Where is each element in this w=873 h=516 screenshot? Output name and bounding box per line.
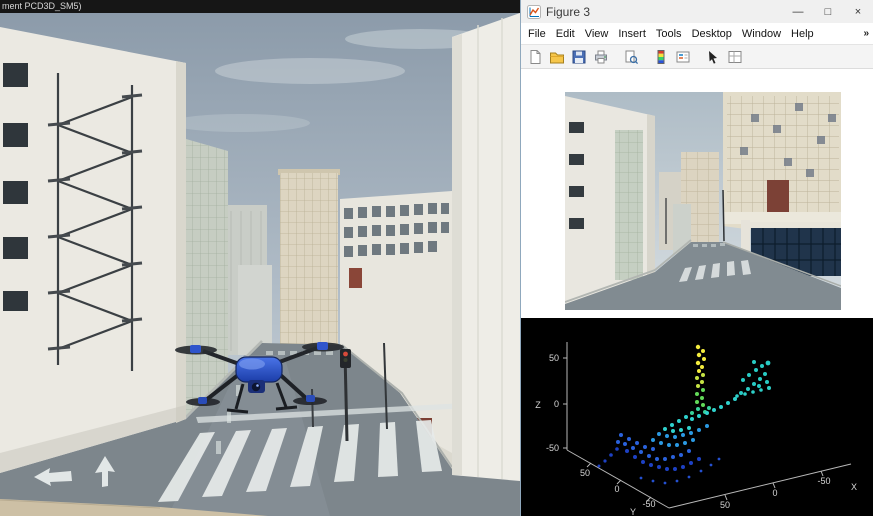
matlab-figure-window: Figure 3 — □ × File Edit View Insert Too… xyxy=(520,0,873,516)
x-tick-1: 0 xyxy=(772,488,777,498)
panel-grid-icon xyxy=(727,49,743,65)
y-tick-1: 0 xyxy=(614,484,619,494)
arrow-cursor-icon xyxy=(705,49,721,65)
print-figure-button[interactable] xyxy=(590,46,612,67)
menu-overflow-arrow[interactable]: » xyxy=(863,28,873,39)
insert-legend-button[interactable] xyxy=(672,46,694,67)
insert-colorbar-button[interactable] xyxy=(650,46,672,67)
figure-canvas: 50 0 -50 Z 50 0 -50 Y 50 0 -50 X xyxy=(521,69,873,516)
open-file-button[interactable] xyxy=(546,46,568,67)
menu-view[interactable]: View xyxy=(580,28,614,40)
legend-icon xyxy=(675,49,691,65)
y-axis-label: Y xyxy=(630,507,636,516)
save-figure-button[interactable] xyxy=(568,46,590,67)
x-tick-0: 50 xyxy=(720,500,730,510)
figure-titlebar[interactable]: Figure 3 — □ × xyxy=(521,0,873,23)
edit-plot-button[interactable] xyxy=(702,46,724,67)
z-tick-0: 50 xyxy=(549,353,559,363)
camera-view-graphic xyxy=(565,92,841,310)
figure-toolbar xyxy=(521,44,873,69)
pointcloud-axes[interactable]: 50 0 -50 Z 50 0 -50 Y 50 0 -50 X xyxy=(521,318,873,516)
figure-title: Figure 3 xyxy=(546,5,590,19)
menu-help[interactable]: Help xyxy=(786,28,819,40)
print-preview-button[interactable] xyxy=(620,46,642,67)
menu-insert[interactable]: Insert xyxy=(613,28,651,40)
sim-window-titlebar[interactable]: ment PCD3D_SM5) xyxy=(0,0,520,13)
save-floppy-icon xyxy=(571,49,587,65)
screenshot-root: ment PCD3D_SM5) xyxy=(0,0,873,516)
new-document-icon xyxy=(527,49,543,65)
x-axis-label: X xyxy=(851,482,857,492)
close-button[interactable]: × xyxy=(843,0,873,23)
figure-palette-button[interactable] xyxy=(724,46,746,67)
toolbar-separator xyxy=(694,46,702,67)
simulation-3d-viewport[interactable] xyxy=(0,13,520,516)
city-scene-graphic xyxy=(0,13,520,516)
print-preview-icon xyxy=(623,49,639,65)
y-tick-0: 50 xyxy=(580,468,590,478)
new-figure-button[interactable] xyxy=(524,46,546,67)
z-tick-2: -50 xyxy=(546,443,559,453)
print-icon xyxy=(593,49,609,65)
maximize-button[interactable]: □ xyxy=(813,0,843,23)
menu-file[interactable]: File xyxy=(523,28,551,40)
simulation-window: ment PCD3D_SM5) xyxy=(0,0,520,516)
y-tick-2: -50 xyxy=(642,499,655,509)
toolbar-separator xyxy=(642,46,650,67)
window-controls: — □ × xyxy=(783,0,873,23)
z-tick-1: 0 xyxy=(554,399,559,409)
matlab-figure-icon xyxy=(527,5,541,19)
menu-desktop[interactable]: Desktop xyxy=(687,28,737,40)
figure-menubar: File Edit View Insert Tools Desktop Wind… xyxy=(521,23,873,44)
colorbar-icon xyxy=(653,49,669,65)
menu-window[interactable]: Window xyxy=(737,28,786,40)
toolbar-separator xyxy=(612,46,620,67)
z-axis-label: Z xyxy=(535,400,541,410)
camera-view-axes[interactable] xyxy=(565,92,841,310)
menu-edit[interactable]: Edit xyxy=(551,28,580,40)
x-tick-2: -50 xyxy=(817,476,830,486)
sim-window-title: ment PCD3D_SM5) xyxy=(2,1,82,11)
menu-tools[interactable]: Tools xyxy=(651,28,687,40)
minimize-button[interactable]: — xyxy=(783,0,813,23)
pointcloud-graphic: 50 0 -50 Z 50 0 -50 Y 50 0 -50 X xyxy=(521,318,873,516)
open-folder-icon xyxy=(549,49,565,65)
